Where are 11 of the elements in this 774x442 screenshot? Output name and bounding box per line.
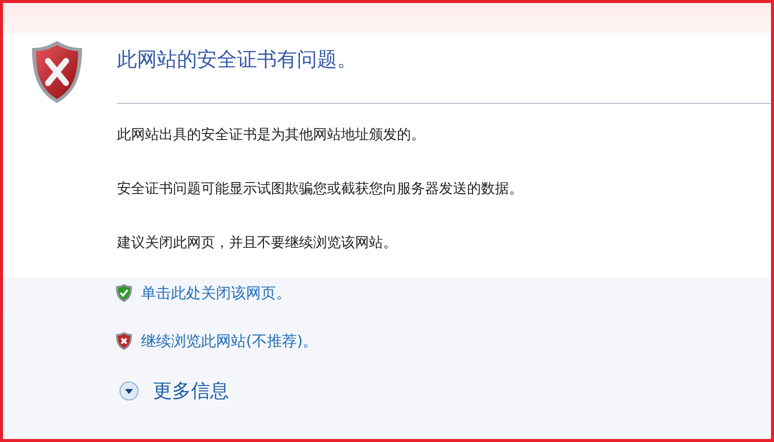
more-info-button[interactable]: 更多信息 [115,378,771,404]
message-text: 安全证书问题可能显示试图欺骗您或截获您向服务器发送的数据。 [117,180,524,199]
error-shield-icon [29,39,85,105]
message-text: 建议关闭此网页，并且不要继续浏览该网站。 [117,234,398,253]
expand-chevron-icon [119,381,139,401]
check-shield-icon [115,283,133,303]
page-title: 此网站的安全证书有问题。 [117,46,358,73]
action-link[interactable]: 继续浏览此网站(不推荐)。 [141,332,318,350]
x-shield-icon [115,331,133,351]
action-link[interactable]: 单击此处关闭该网页。 [141,284,291,302]
message-text: 此网站出具的安全证书是为其他网站地址颁发的。 [117,126,426,145]
